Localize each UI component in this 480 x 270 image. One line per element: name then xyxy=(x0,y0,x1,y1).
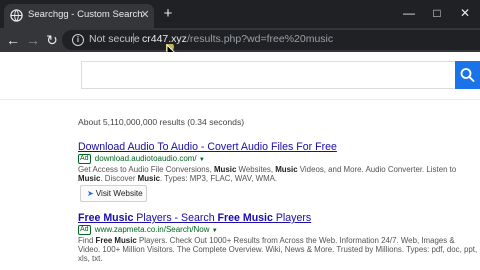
text-segment: Download Audio To Audio - Covert Audio F… xyxy=(78,141,337,153)
result-url-line: Ad www.zapmeta.co.in/Search/Now ▼ xyxy=(78,225,478,235)
text-segment: Get Access to Audio File Conversions, xyxy=(78,165,214,174)
visit-website-button[interactable]: ➤ Visit Website xyxy=(80,185,147,202)
result-url[interactable]: download.audiotoaudio.com/ xyxy=(95,154,197,163)
globe-icon xyxy=(10,9,23,22)
result-url-line: Ad download.audiotoaudio.com/ ▼ xyxy=(78,154,478,164)
search-result: Free Music Players - Search Free Music P… xyxy=(78,212,478,263)
search-icon xyxy=(460,68,475,82)
url-path: /results.php?wd=free%20music xyxy=(186,33,334,45)
result-stats: About 5,110,000,000 results (0.34 second… xyxy=(78,117,245,127)
browser-tab[interactable]: Searchgg - Custom Search ✕ xyxy=(4,4,154,28)
browser-toolbar: ← → ↻ i Not secure | cr447.xyz/results.p… xyxy=(0,28,480,52)
arrow-right-icon: ➤ xyxy=(87,189,94,198)
bold-keyword: Free Music xyxy=(78,212,134,224)
bold-keyword: Music xyxy=(275,165,298,174)
search-result: Download Audio To Audio - Covert Audio F… xyxy=(78,141,478,183)
maximize-button[interactable]: □ xyxy=(424,4,450,22)
visit-website-label: Visit Website xyxy=(95,189,143,198)
text-segment: Players - Search xyxy=(133,212,218,224)
text-segment: Websites, xyxy=(236,165,276,174)
search-button[interactable] xyxy=(455,61,480,89)
result-description: Find Free Music Players. Check Out 1000+… xyxy=(78,236,478,263)
address-separator: | xyxy=(132,32,135,44)
result-title-link[interactable]: Free Music Players - Search Free Music P… xyxy=(78,212,478,224)
text-segment: Players xyxy=(272,212,312,224)
reload-button[interactable]: ↻ xyxy=(43,31,61,49)
ad-badge: Ad xyxy=(78,154,91,164)
address-bar[interactable]: i Not secure | cr447.xyz/results.php?wd=… xyxy=(62,30,480,50)
back-button[interactable]: ← xyxy=(4,31,22,49)
minimize-button[interactable]: — xyxy=(396,4,422,22)
search-header xyxy=(0,52,480,100)
tab-close-icon[interactable]: ✕ xyxy=(138,8,152,22)
window-close-button[interactable]: ✕ xyxy=(452,4,478,22)
tab-title: Searchgg - Custom Search xyxy=(28,9,143,20)
bold-keyword: Music xyxy=(78,174,101,183)
text-segment: Find xyxy=(78,236,96,245)
dropdown-arrow-icon[interactable]: ▼ xyxy=(212,228,218,234)
bold-keyword: Music xyxy=(137,174,161,183)
bold-keyword: Music xyxy=(213,165,237,174)
result-url[interactable]: www.zapmeta.co.in/Search/Now xyxy=(95,225,210,234)
text-segment: . Discover xyxy=(100,174,138,183)
url-host: cr447.xyz xyxy=(142,33,187,45)
text-segment: Players. Check Out 1000+ Results from Ac… xyxy=(78,236,478,263)
text-segment: Videos, and More. Audio Converter. Liste… xyxy=(297,165,457,174)
bold-keyword: Free Music xyxy=(217,212,273,224)
forward-button[interactable]: → xyxy=(24,31,42,49)
tab-strip: Searchgg - Custom Search ✕ + — □ ✕ xyxy=(0,0,480,28)
info-icon[interactable]: i xyxy=(72,34,84,46)
ad-badge: Ad xyxy=(78,225,91,235)
result-title-link[interactable]: Download Audio To Audio - Covert Audio F… xyxy=(78,141,478,153)
bold-keyword: Free Music xyxy=(95,236,137,245)
text-segment: . Types: MP3, FLAC, WAV, WMA. xyxy=(160,174,278,183)
dropdown-arrow-icon[interactable]: ▼ xyxy=(199,157,205,163)
new-tab-button[interactable]: + xyxy=(160,6,176,22)
search-input[interactable] xyxy=(81,61,455,89)
result-description: Get Access to Audio File Conversions, Mu… xyxy=(78,165,478,183)
